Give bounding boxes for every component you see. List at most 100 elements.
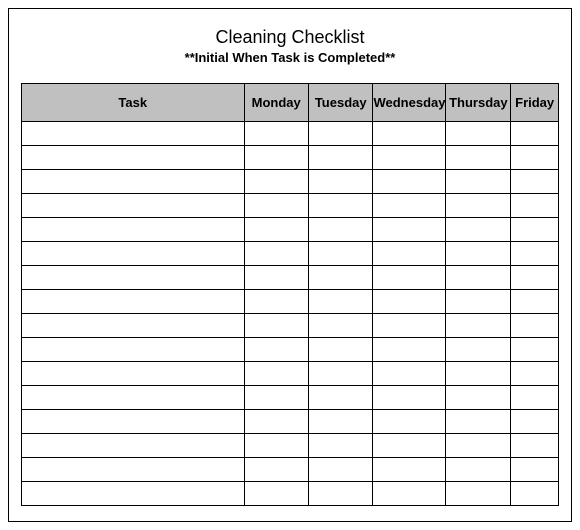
table-cell [308,482,373,506]
col-header-wednesday: Wednesday [373,84,446,122]
table-cell [446,338,511,362]
table-row [22,458,559,482]
table-cell [446,386,511,410]
table-cell [22,266,245,290]
table-cell [308,146,373,170]
table-cell [22,482,245,506]
table-cell [373,314,446,338]
table-cell [446,146,511,170]
table-cell [22,242,245,266]
table-row [22,314,559,338]
table-cell [22,218,245,242]
table-cell [244,314,308,338]
table-cell [373,362,446,386]
table-cell [373,434,446,458]
table-cell [373,410,446,434]
table-cell [244,434,308,458]
table-cell [373,458,446,482]
table-cell [22,170,245,194]
table-cell [244,458,308,482]
table-cell [511,482,559,506]
table-cell [446,482,511,506]
page-subtitle: **Initial When Task is Completed** [9,50,571,65]
table-cell [22,194,245,218]
table-cell [511,362,559,386]
table-cell [511,314,559,338]
table-cell [308,290,373,314]
table-cell [373,266,446,290]
col-header-tuesday: Tuesday [308,84,373,122]
table-row [22,386,559,410]
table-cell [446,314,511,338]
header-row: Task Monday Tuesday Wednesday Thursday F… [22,84,559,122]
table-cell [244,410,308,434]
table-cell [22,362,245,386]
checklist-table: Task Monday Tuesday Wednesday Thursday F… [21,83,559,506]
table-cell [244,218,308,242]
table-cell [511,410,559,434]
table-cell [22,386,245,410]
table-cell [446,194,511,218]
table-row [22,146,559,170]
col-header-friday: Friday [511,84,559,122]
table-cell [373,194,446,218]
table-cell [446,434,511,458]
table-row [22,290,559,314]
table-cell [244,266,308,290]
table-cell [308,122,373,146]
table-cell [511,194,559,218]
table-cell [373,290,446,314]
table-row [22,434,559,458]
table-cell [511,170,559,194]
table-cell [244,338,308,362]
col-header-monday: Monday [244,84,308,122]
table-row [22,266,559,290]
table-cell [244,194,308,218]
table-row [22,170,559,194]
table-cell [446,170,511,194]
table-cell [511,338,559,362]
table-cell [373,386,446,410]
table-cell [511,434,559,458]
table-cell [308,410,373,434]
page-title: Cleaning Checklist [9,27,571,48]
document-page: Cleaning Checklist **Initial When Task i… [8,8,572,522]
table-cell [446,362,511,386]
table-cell [22,434,245,458]
table-cell [308,218,373,242]
table-cell [511,242,559,266]
table-cell [308,170,373,194]
table-cell [511,458,559,482]
table-cell [373,482,446,506]
table-cell [446,458,511,482]
table-cell [511,266,559,290]
table-row [22,410,559,434]
table-cell [22,290,245,314]
table-cell [511,122,559,146]
table-cell [308,362,373,386]
table-cell [308,386,373,410]
table-cell [373,338,446,362]
table-cell [22,122,245,146]
table-row [22,194,559,218]
table-cell [446,122,511,146]
col-header-task: Task [22,84,245,122]
table-cell [244,242,308,266]
table-cell [373,122,446,146]
table-cell [22,458,245,482]
table-cell [244,362,308,386]
table-row [22,122,559,146]
table-cell [373,146,446,170]
table-cell [22,410,245,434]
table-cell [373,218,446,242]
table-cell [446,266,511,290]
table-cell [446,410,511,434]
table-cell [244,290,308,314]
table-cell [511,386,559,410]
table-cell [511,146,559,170]
table-cell [244,146,308,170]
table-cell [308,338,373,362]
table-cell [446,218,511,242]
table-cell [244,170,308,194]
table-row [22,482,559,506]
